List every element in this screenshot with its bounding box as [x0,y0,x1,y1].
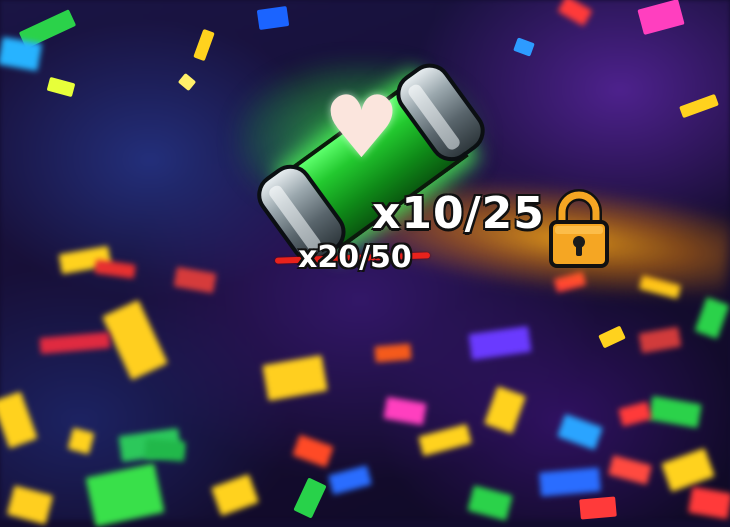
lock-icon[interactable] [548,188,610,270]
new-quantity-label: x10/25 [372,188,545,239]
old-quantity-label: x20/50 [298,240,412,275]
